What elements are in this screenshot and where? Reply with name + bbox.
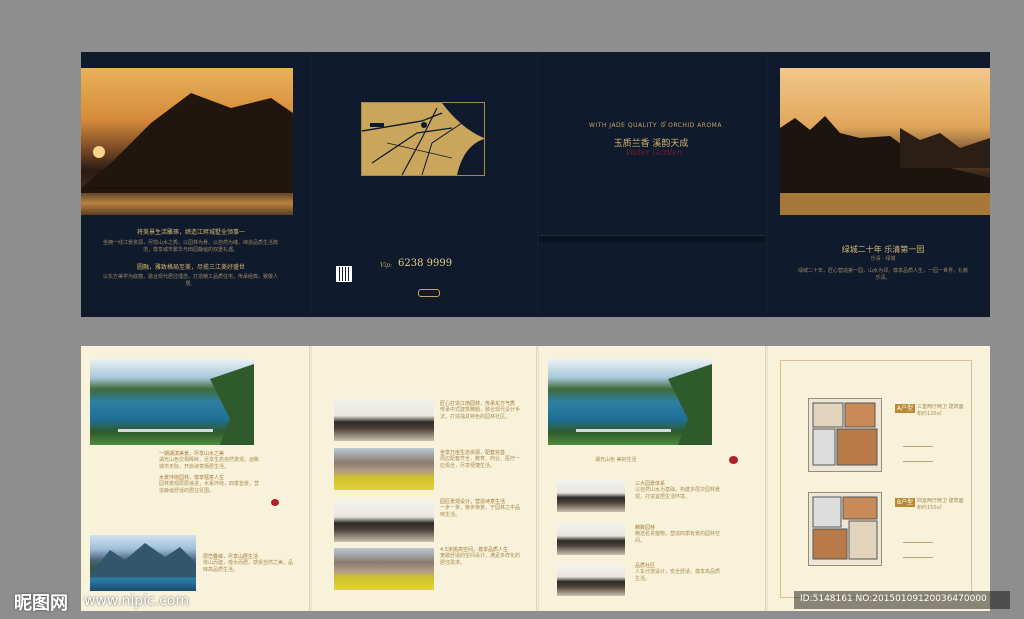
p3-text-1: 以自然山水为基础，构建多层次园林景观，打造宜居生活环境。: [635, 487, 721, 500]
cover-panel-3: WITH JADE QUALITY 𝒢 ORCHID AROMA 玉质兰香 溪韵…: [539, 52, 765, 317]
type-a-text: 三室两厅两卫 建筑面积约120㎡: [917, 404, 964, 417]
lake-bridge-photo: [90, 359, 254, 445]
compass-b-icon: [903, 542, 933, 558]
p1-text-2: 园林景观层层递进，水系环绕，四季皆景，营造静谧舒适的居住氛围。: [159, 481, 260, 494]
map-roads: [362, 103, 484, 175]
left-headline: 将美景生活雕琢，缔造江畔城墅全领事一: [136, 229, 245, 236]
type-b-badge: B户型: [895, 498, 915, 507]
roof-photo-2: [334, 500, 434, 542]
cover-panel-4: 绿城二十年 乐清第一园 乐清 · 绿城 绿城二十年，匠心营造第一园，山水为邻，尊…: [768, 52, 990, 317]
p2-item-2-text: 周边配套齐全，教育、商业、医疗一应俱全，尽享便捷生活。: [440, 456, 521, 469]
inner-page-4: A户型 三室两厅两卫 建筑面积约120㎡ B户型 四室两厅两卫 建筑面积约150…: [768, 346, 990, 611]
inner-page-1: 一期湖滨美景，尽享山水之美 湖光山色交相辉映，近享生态自然景观，远眺城市天际，开…: [81, 346, 309, 611]
p2-item-1-text: 传承中式建筑精髓，融合现代设计手法，打造独具特色的园林社区。: [440, 407, 521, 420]
watermark-id-text: ID:5148161 NO:20150109120036470000: [800, 594, 987, 604]
phone-number: 6238 9999: [398, 258, 453, 269]
mountain-range: [90, 543, 196, 577]
mountain-lake-photo: [90, 535, 196, 591]
lake-bridge-photo-2: [548, 359, 712, 445]
qr-code-icon: [336, 266, 352, 282]
sunset-photo-left: [81, 68, 293, 215]
p3-heading-2: 精致园林: [635, 525, 656, 531]
p3-text-3: 人车分流设计，安全舒适，尊享高品质生活。: [635, 569, 721, 582]
watermark-url: www.nipic.com: [84, 593, 190, 609]
floor-plan-b-rooms: [812, 496, 878, 560]
script-title: Water Garden: [625, 148, 683, 157]
location-map: [361, 102, 485, 176]
p1-heading-3: 层峦叠嶂，尽享山居生活: [203, 554, 259, 560]
mountain-silhouette: [81, 93, 293, 193]
roof-photo-3: [557, 480, 625, 512]
bridge-shape: [118, 364, 254, 445]
cover-panel-2: Vip: 6238 9999: [312, 52, 536, 317]
vip-label: Vip:: [380, 262, 393, 269]
left-paragraph: 坐拥一线江景资源，尽揽山水之秀，以园林为骨，以自然为魂，缔造品质生活典范，尊享城…: [103, 240, 279, 253]
p2-item-4-title: 4.5米挑高空间，尊享品质人生: [440, 547, 508, 553]
red-flower-icon-2: [729, 456, 738, 464]
sunset-photo-right: [780, 68, 990, 215]
roof-photo-5: [557, 564, 625, 596]
p1-text-1: 湖光山色交相辉映，近享生态自然景观，远眺城市天际，开启诗意栖居生活。: [159, 457, 260, 470]
cover-panel-1: 将美景生活雕琢，缔造江畔城墅全领事一 坐拥一线江景资源，尽揽山水之秀，以园林为骨…: [81, 52, 309, 317]
left-paragraph-2: 以东方美学为底蕴，融合现代居住理念，打造精工品质住宅，传承经典，致敬人居。: [103, 274, 279, 287]
p3-text-2: 精选名贵植物，营造四季有景的园林空间。: [635, 531, 721, 544]
left-subhead: 圆融，雅致格局至美，尽揽三江美好盛世: [136, 264, 245, 271]
p2-item-4-text: 宽敞舒适的空间设计，满足多样化的居住需求。: [440, 553, 521, 566]
english-title-left: WITH JADE QUALITY: [589, 122, 658, 129]
p2-item-2-title: 坐享万亩生态资源，配套完善: [440, 450, 506, 456]
english-title-right: ORCHID AROMA: [668, 122, 722, 129]
p2-item-1-title: 匠心打造江南园林，传承东方气质: [440, 401, 516, 407]
floor-plan-a: [808, 398, 882, 472]
p2-item-3-text: 一步一景，移步换景，于园林之中品味生活。: [440, 505, 521, 518]
p3-caption: 湖光山色 美好生活: [595, 457, 637, 463]
type-b-text: 四室两厅两卫 建筑面积约150㎡: [917, 498, 964, 511]
roof-photo-4: [557, 523, 625, 555]
p1-text-3: 依山而建，傍水而居，感受自然之美，品味高品质生活。: [203, 560, 294, 573]
inner-page-2: 匠心打造江南园林，传承东方气质 传承中式建筑精髓，融合现代设计手法，打造独具特色…: [312, 346, 536, 611]
karst-silhouette: [780, 116, 990, 215]
watermark-logo: 昵图网: [14, 593, 68, 614]
right-slogan: 绿城二十年 乐清第一园: [841, 245, 925, 254]
compass-a-icon: [903, 446, 933, 462]
right-paragraph: 绿城二十年，匠心营造第一园，山水为邻，尊享品质人生，一园一世界，礼献乐清。: [798, 268, 969, 281]
bridge-shape-2: [576, 364, 712, 445]
g-monogram-icon: 𝒢: [659, 120, 666, 129]
floor-plan-b: [808, 492, 882, 566]
roof-photo-1: [334, 399, 434, 441]
p2-item-3-title: 园区景观设计，营造诗意生活: [440, 499, 506, 505]
p1-heading-2: 水景环绕园林，尊享惬意人生: [159, 475, 225, 481]
english-title: WITH JADE QUALITY 𝒢 ORCHID AROMA: [589, 120, 722, 130]
floor-plan-a-rooms: [812, 402, 878, 466]
type-a-badge: A户型: [895, 404, 915, 413]
field-photo-1: [334, 448, 434, 490]
inner-page-3: 湖光山色 美好生活 三大园景体系 以自然山水为基础，构建多层次园林景观，打造宜居…: [539, 346, 765, 611]
panel-3-divider: [539, 235, 765, 242]
p1-heading-1: 一期湖滨美景，尽享山水之美: [159, 451, 225, 457]
p3-heading-3: 品质社区: [635, 563, 656, 569]
cover-spread: 将美景生活雕琢，缔造江畔城墅全领事一 坐拥一线江景资源，尽揽山水之秀，以园林为骨…: [81, 52, 990, 317]
right-slogan-sub: 乐清 · 绿城: [870, 256, 896, 262]
red-flower-icon: [271, 499, 279, 506]
field-photo-2: [334, 548, 434, 590]
p3-heading-1: 三大园景体系: [635, 481, 666, 487]
developer-logo-icon: [418, 289, 440, 297]
inner-spread: 一期湖滨美景，尽享山水之美 湖光山色交相辉映，近享生态自然景观，远眺城市天际，开…: [81, 346, 990, 611]
